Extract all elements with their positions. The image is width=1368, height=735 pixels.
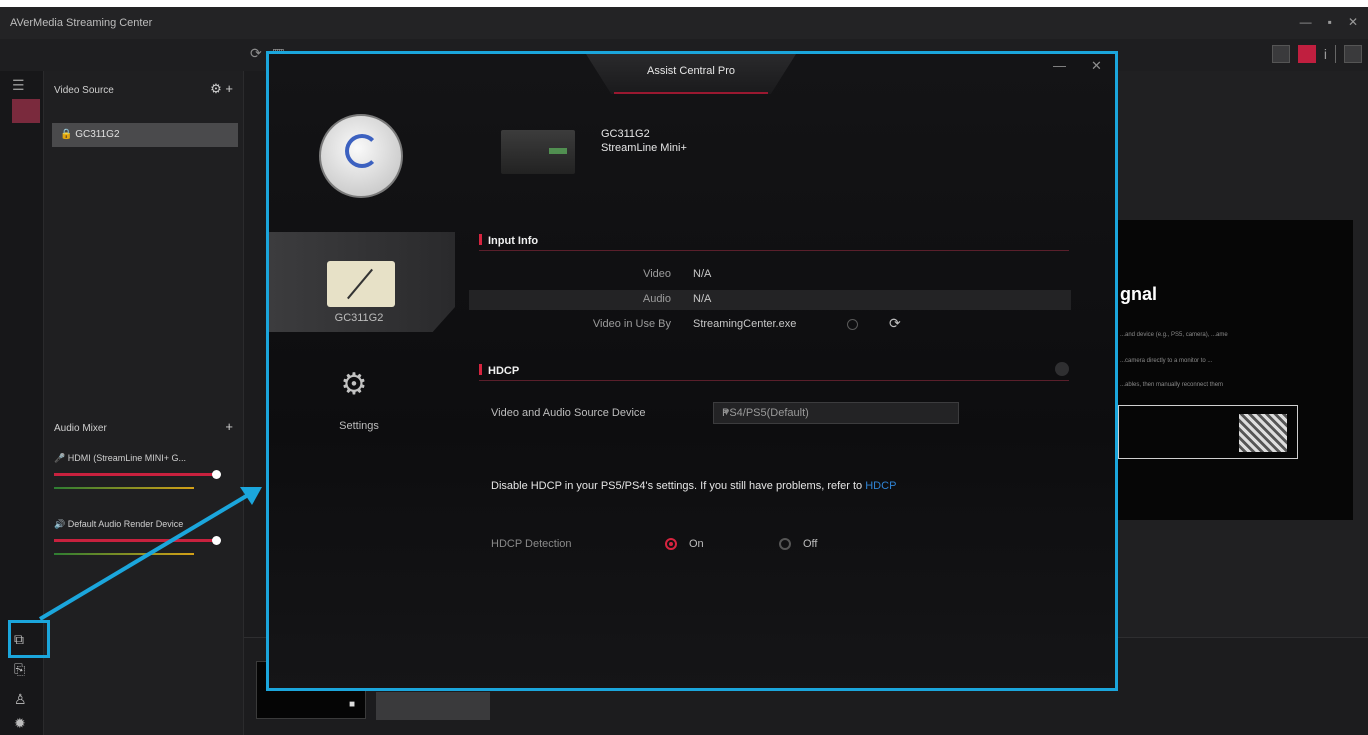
assist-central-dialog: Assist Central Pro — ✕ GC311G2 ⚙ Setting… (266, 51, 1118, 691)
in-use-label-cell: Video in Use By (469, 318, 671, 332)
hdcp-help-link[interactable]: HDCP (865, 480, 896, 492)
section-divider (479, 380, 1069, 381)
video-value: N/A (693, 268, 712, 280)
dialog-titlebar: Assist Central Pro (586, 54, 796, 94)
info-icon[interactable] (847, 319, 858, 330)
dialog-close-button[interactable]: ✕ (1091, 58, 1102, 74)
in-use-label: Video in Use By (592, 318, 671, 330)
hdcp-off-label[interactable]: Off (803, 538, 817, 550)
settings-gear-icon[interactable]: ⚙ (339, 370, 369, 400)
section-marker (479, 364, 482, 375)
audio-label: Audio (642, 293, 671, 305)
hdcp-on-radio[interactable] (665, 538, 677, 550)
tab-settings-label[interactable]: Settings (309, 420, 409, 432)
hdcp-on-label[interactable]: On (689, 538, 704, 550)
hdcp-title: HDCP (488, 365, 520, 377)
video-label-cell: Video (469, 268, 671, 282)
dialog-minimize-button[interactable]: — (1053, 58, 1066, 73)
app-frame: AVerMedia Streaming Center — ▪ ✕ ⟳ ▥ ▭ i… (0, 7, 1368, 735)
audio-label-cell: Audio (469, 293, 671, 307)
device-name: StreamLine Mini+ (601, 142, 687, 154)
chevron-down-icon: ▼ (722, 407, 731, 417)
hdcp-note: Disable HDCP in your PS5/PS4's settings.… (491, 480, 896, 492)
hdcp-note-text: Disable HDCP in your PS5/PS4's settings.… (491, 480, 866, 492)
video-label: Video (643, 268, 671, 280)
source-device-label: Video and Audio Source Device (491, 407, 646, 419)
in-use-value: StreamingCenter.exe (693, 318, 797, 330)
capture-device-icon (327, 261, 395, 307)
section-divider (479, 250, 1069, 251)
refresh-icon[interactable]: ⟳ (889, 315, 901, 332)
dialog-title: Assist Central Pro (646, 65, 736, 77)
hdcp-help-icon[interactable] (1055, 362, 1069, 376)
tab-device-label: GC311G2 (334, 312, 384, 324)
device-model: GC311G2 (601, 128, 650, 140)
hdcp-detection-label: HDCP Detection (491, 538, 572, 550)
source-device-select[interactable]: PS4/PS5(Default) ▼ (713, 402, 959, 424)
input-info-title: Input Info (488, 235, 539, 247)
audio-value: N/A (693, 293, 712, 305)
section-marker (479, 234, 482, 245)
device-image (501, 130, 575, 174)
avermedia-logo (319, 114, 403, 198)
avermedia-logo-mark (345, 134, 379, 168)
hdcp-off-radio[interactable] (779, 538, 791, 550)
